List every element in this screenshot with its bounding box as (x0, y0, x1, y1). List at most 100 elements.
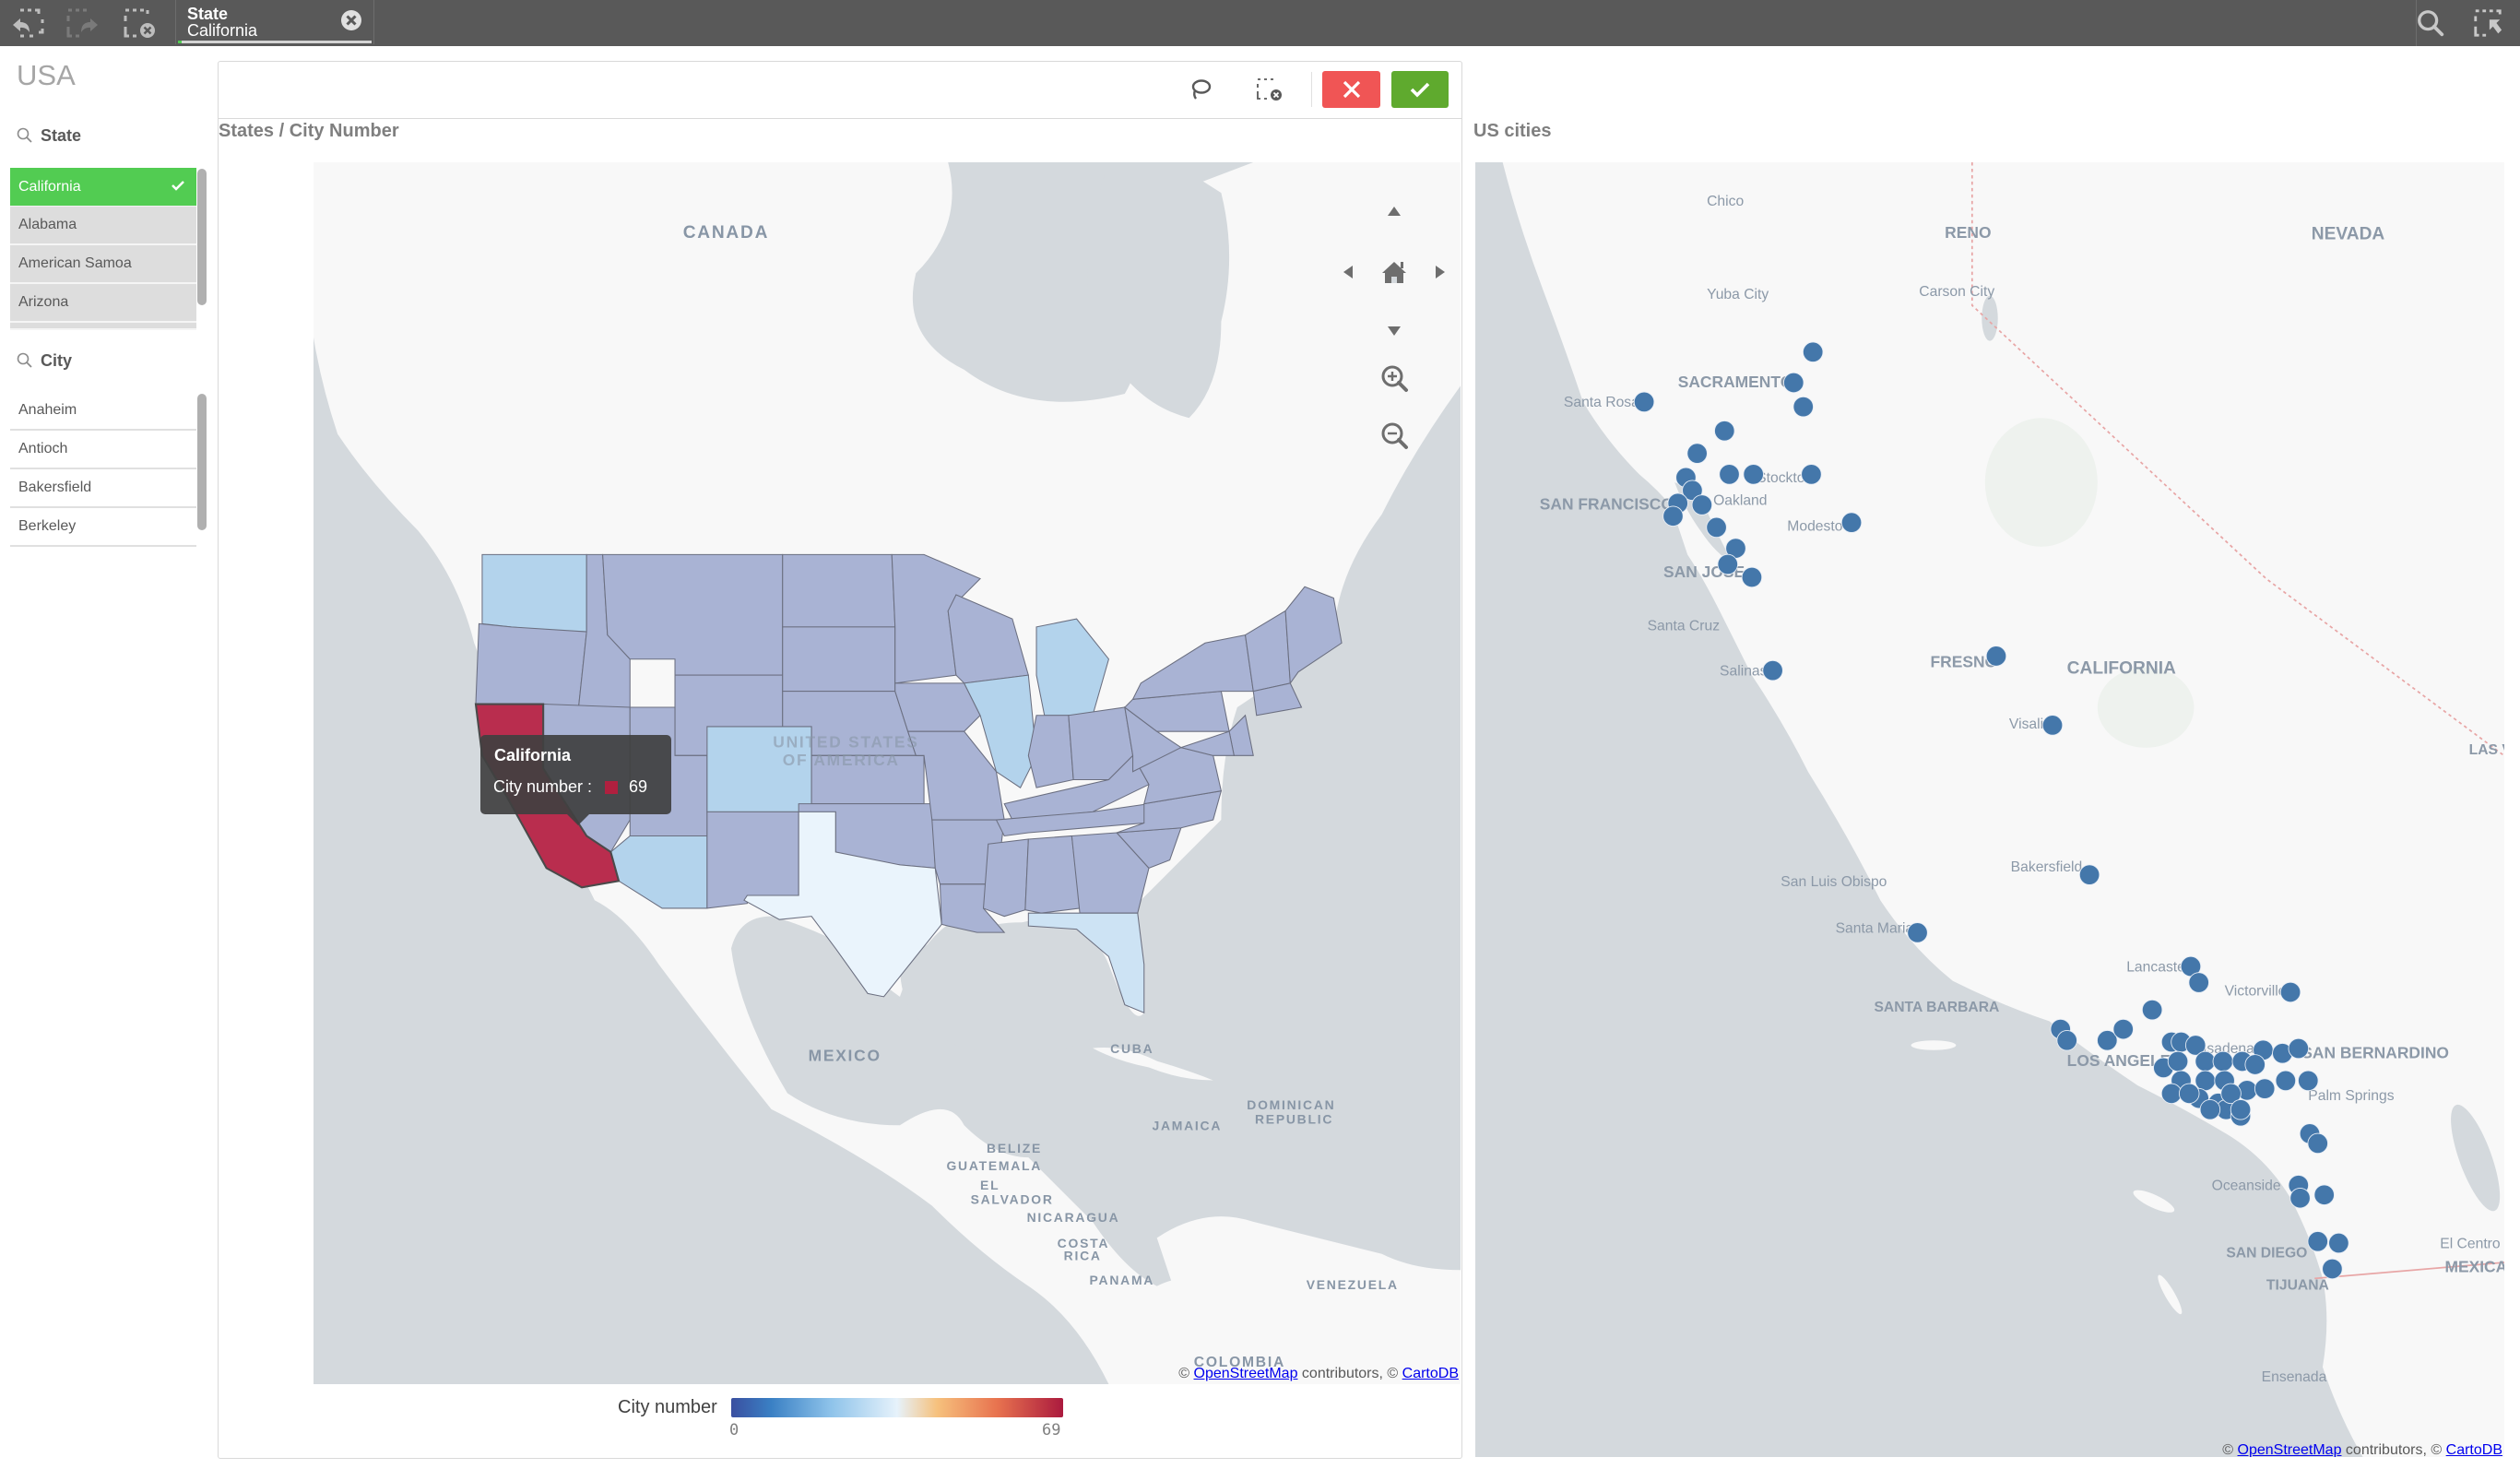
listbox-state-scrollbar[interactable] (197, 169, 207, 305)
map-label-jamaica: JAMAICA (1152, 1119, 1222, 1133)
selections-tool-button[interactable] (2462, 0, 2514, 46)
city-point[interactable] (1691, 494, 1713, 515)
city-point[interactable] (2313, 1184, 2335, 1205)
city-point[interactable] (2322, 1258, 2343, 1280)
city-point[interactable] (1633, 391, 1655, 413)
listbox-city-scrollbar[interactable] (197, 394, 207, 530)
city-point[interactable] (1741, 566, 1763, 588)
cities-map-canvas[interactable]: Chico RENO NEVADA Yuba City Carson City … (1475, 162, 2504, 1457)
city-point[interactable] (2298, 1070, 2319, 1092)
city-point[interactable] (1985, 646, 2007, 667)
clear-selection-button[interactable] (1251, 71, 1288, 108)
sheet-title: USA (17, 59, 76, 91)
cancel-selection-button[interactable] (1322, 71, 1380, 108)
list-item[interactable]: Anaheim (10, 392, 196, 431)
pan-down-icon[interactable] (1388, 326, 1401, 336)
city-point[interactable] (1743, 464, 1764, 485)
city-point[interactable] (2288, 1037, 2310, 1060)
city-point[interactable] (2167, 1050, 2189, 1072)
search-icon[interactable] (17, 127, 33, 144)
city-point[interactable] (2328, 1232, 2349, 1254)
cartodb-link[interactable]: CartoDB (1402, 1366, 1459, 1381)
city-point[interactable] (2141, 999, 2163, 1021)
city-point[interactable] (2244, 1054, 2266, 1075)
listbox-header-city[interactable]: City (17, 347, 72, 374)
search-icon[interactable] (17, 352, 33, 369)
state-north-dakota[interactable] (782, 553, 896, 628)
pan-left-icon[interactable] (1343, 266, 1353, 278)
state-south-dakota[interactable] (782, 626, 896, 693)
city-point[interactable] (1792, 396, 1814, 418)
city-point[interactable] (1802, 341, 1824, 363)
city-point[interactable] (2254, 1078, 2276, 1099)
confirm-selection-button[interactable] (1391, 71, 1449, 108)
city-point[interactable] (2275, 1070, 2297, 1092)
openstreetmap-link[interactable]: OpenStreetMap (1194, 1366, 1298, 1381)
city-point[interactable] (2041, 715, 2064, 736)
map-label-santamaria: Santa Maria (1836, 920, 1914, 936)
city-point[interactable] (1717, 553, 1739, 575)
state-mississippi[interactable] (982, 838, 1029, 918)
map-label-santabarbara: SANTA BARBARA (1874, 1000, 1999, 1015)
selection-chip-state[interactable]: State California (175, 0, 374, 44)
city-point[interactable] (2160, 1083, 2183, 1105)
city-point[interactable] (2289, 1187, 2311, 1209)
city-point[interactable] (1662, 505, 1684, 527)
step-back-button[interactable] (2, 0, 53, 46)
list-item[interactable]: Berkeley (10, 508, 196, 547)
remove-selection-icon[interactable] (340, 9, 362, 31)
city-point[interactable] (2056, 1030, 2077, 1051)
city-point[interactable] (1714, 421, 1735, 442)
list-item[interactable]: Antioch (10, 431, 196, 469)
state-alabama[interactable] (1024, 835, 1081, 914)
state-washington[interactable] (481, 553, 587, 633)
city-point[interactable] (2279, 981, 2301, 1003)
city-point[interactable] (2188, 972, 2209, 993)
list-item[interactable]: American Samoa (10, 245, 196, 284)
city-point[interactable] (1762, 659, 1783, 681)
list-item[interactable]: Bakersfield (10, 469, 196, 508)
map-label-chico: Chico (1707, 194, 1744, 209)
openstreetmap-link[interactable]: OpenStreetMap (2238, 1442, 2342, 1457)
zoom-out-icon[interactable] (1379, 421, 1411, 452)
city-point[interactable] (1706, 516, 1727, 539)
home-icon[interactable] (1382, 262, 1406, 283)
city-point[interactable] (1907, 922, 1928, 943)
list-item[interactable]: Arizona (10, 284, 196, 323)
city-point[interactable] (2112, 1018, 2134, 1040)
city-point[interactable] (1783, 372, 1804, 394)
clear-selections-button[interactable] (114, 0, 166, 46)
state-new-mexico[interactable] (706, 811, 799, 909)
city-point[interactable] (2307, 1132, 2328, 1155)
city-point[interactable] (1840, 512, 1863, 533)
city-point[interactable] (1801, 464, 1822, 485)
map-label-lasvegas: LAS V (2469, 742, 2504, 758)
city-point[interactable] (1686, 443, 1708, 464)
map-label-oakland: Oakland (1713, 492, 1767, 508)
pan-right-icon[interactable] (1436, 266, 1445, 278)
zoom-in-icon[interactable] (1379, 363, 1411, 395)
lasso-button[interactable] (1182, 71, 1219, 108)
city-point[interactable] (2230, 1099, 2252, 1120)
cities-chart-title: US cities (1473, 121, 1552, 141)
list-item[interactable]: California (10, 168, 196, 207)
city-point[interactable] (2212, 1050, 2234, 1072)
state-oregon[interactable] (475, 622, 587, 708)
city-point[interactable] (2195, 1070, 2216, 1092)
cities-map[interactable]: Chico RENO NEVADA Yuba City Carson City … (1475, 162, 2504, 1457)
city-point[interactable] (2195, 1050, 2216, 1072)
pan-up-icon[interactable] (1388, 207, 1401, 216)
step-forward-button[interactable] (57, 0, 109, 46)
city-point[interactable] (2307, 1231, 2328, 1252)
city-point[interactable] (2178, 1083, 2200, 1105)
cartodb-link[interactable]: CartoDB (2446, 1442, 2502, 1457)
listbox-header-state[interactable]: State (17, 122, 81, 149)
city-point[interactable] (1719, 464, 1740, 485)
list-item[interactable]: Alabama (10, 207, 196, 245)
step-forward-icon (66, 8, 98, 38)
city-point[interactable] (2078, 864, 2100, 885)
city-point[interactable] (2199, 1099, 2221, 1120)
search-button[interactable] (2405, 0, 2456, 46)
state-montana[interactable] (602, 553, 784, 676)
state-indiana[interactable] (1027, 715, 1074, 788)
